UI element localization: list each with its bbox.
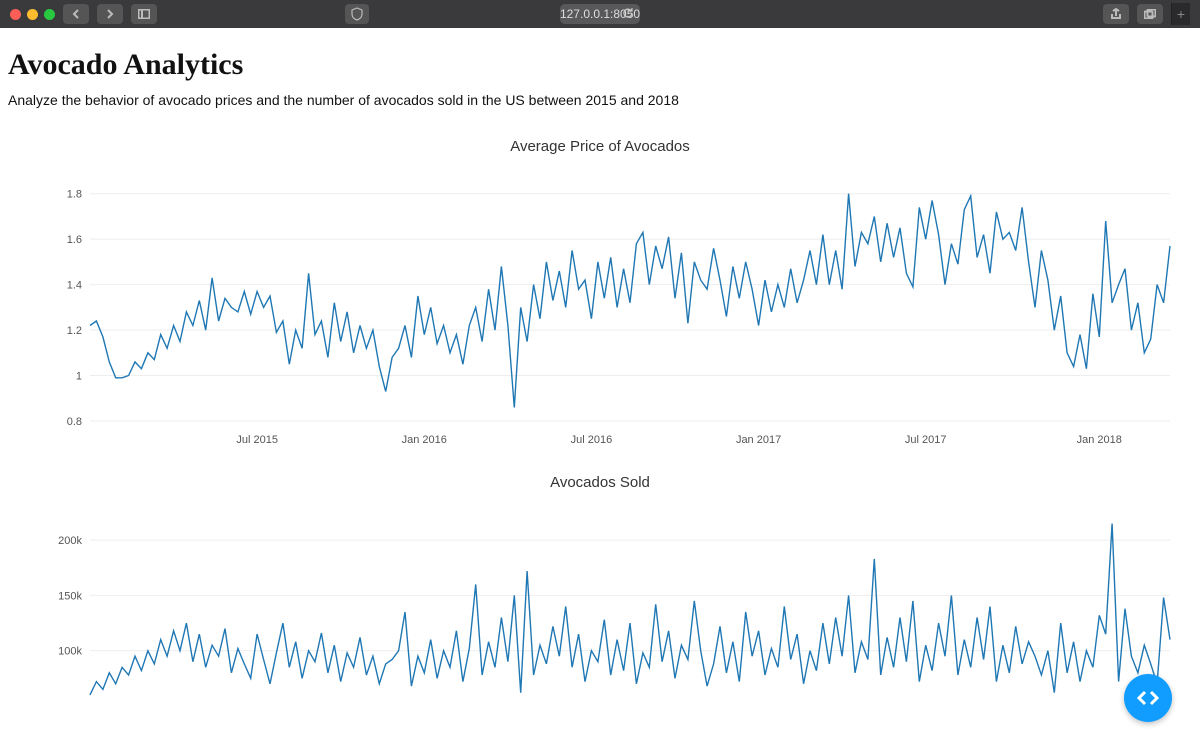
privacy-shield-icon[interactable] xyxy=(345,4,369,24)
svg-text:Jan 2016: Jan 2016 xyxy=(402,434,447,446)
page-title: Avocado Analytics xyxy=(8,48,1192,82)
svg-text:150k: 150k xyxy=(58,590,82,602)
svg-text:0.8: 0.8 xyxy=(67,416,82,428)
svg-text:Jul 2017: Jul 2017 xyxy=(905,434,947,446)
svg-text:1.6: 1.6 xyxy=(67,234,82,246)
page-subtitle: Analyze the behavior of avocado prices a… xyxy=(8,92,1192,108)
chart-volume[interactable]: 100k 150k 200k xyxy=(20,497,1180,722)
svg-text:1.8: 1.8 xyxy=(67,189,82,201)
svg-text:1: 1 xyxy=(76,371,82,383)
tabs-button[interactable] xyxy=(1137,4,1163,24)
share-button[interactable] xyxy=(1103,4,1129,24)
svg-text:Jan 2017: Jan 2017 xyxy=(736,434,781,446)
chart-price-title: Average Price of Avocados xyxy=(8,138,1192,155)
svg-text:1.2: 1.2 xyxy=(67,325,82,337)
chart-price[interactable]: 0.8 1 1.2 1.4 1.6 1.8 Jul 2015 Jan 2016 Jul 2016… xyxy=(20,161,1180,456)
dash-devtools-button[interactable] xyxy=(1124,674,1172,722)
svg-text:200k: 200k xyxy=(58,535,82,547)
svg-text:1.4: 1.4 xyxy=(67,280,82,292)
chart-volume-title: Avocados Sold xyxy=(8,474,1192,491)
maximize-window-icon[interactable] xyxy=(44,9,55,20)
svg-text:100k: 100k xyxy=(58,646,82,658)
minimize-window-icon[interactable] xyxy=(27,9,38,20)
address-bar[interactable]: 127.0.0.1:8050 xyxy=(560,4,640,24)
svg-text:Jan 2018: Jan 2018 xyxy=(1077,434,1122,446)
forward-button[interactable] xyxy=(97,4,123,24)
traffic-lights xyxy=(10,9,55,20)
reload-icon[interactable] xyxy=(622,7,634,22)
page-content: Avocado Analytics Analyze the behavior o… xyxy=(0,28,1200,742)
browser-chrome: 127.0.0.1:8050 + xyxy=(0,0,1200,28)
close-window-icon[interactable] xyxy=(10,9,21,20)
svg-text:Jul 2016: Jul 2016 xyxy=(571,434,613,446)
back-button[interactable] xyxy=(63,4,89,24)
new-tab-button[interactable]: + xyxy=(1171,3,1190,25)
sidebar-toggle-button[interactable] xyxy=(131,4,157,24)
svg-text:Jul 2015: Jul 2015 xyxy=(236,434,278,446)
